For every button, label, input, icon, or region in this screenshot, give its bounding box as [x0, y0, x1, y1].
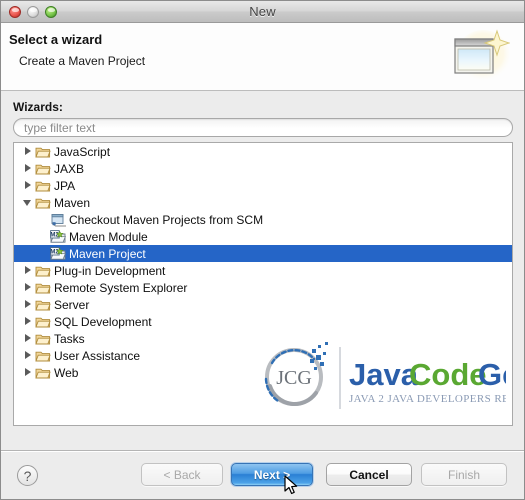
- wizard-content: Wizards: JavaScript JAXB JPA Maven Checkout …: [1, 91, 524, 450]
- tree-item[interactable]: JAXB: [14, 160, 512, 177]
- back-button[interactable]: < Back: [141, 463, 223, 486]
- tree-item-label: Plug-in Development: [54, 263, 166, 278]
- mouse-cursor: [284, 475, 298, 495]
- help-button[interactable]: ?: [17, 465, 38, 486]
- new-wizard-banner-icon: [454, 29, 510, 82]
- tree-item-label: Maven Project: [69, 246, 146, 261]
- tree-item[interactable]: User Assistance: [14, 347, 512, 364]
- tree-item-label: JavaScript: [54, 144, 111, 159]
- folder-icon: [35, 317, 51, 327]
- tree-item-label: SQL Development: [54, 314, 152, 329]
- tree-item[interactable]: Web: [14, 364, 512, 381]
- tree-item-label: Remote System Explorer: [54, 280, 188, 295]
- tree-item[interactable]: Checkout Maven Projects from SCM: [14, 211, 512, 228]
- tree-item[interactable]: SQL Development: [14, 313, 512, 330]
- finish-button[interactable]: Finish: [421, 463, 507, 486]
- dialog-button-bar: ? < Back Next > Cancel Finish: [1, 450, 524, 499]
- folder-icon: [35, 164, 51, 174]
- tree-item[interactable]: Server: [14, 296, 512, 313]
- tree-item-label: JPA: [54, 178, 76, 193]
- folder-icon: [35, 181, 51, 191]
- chevron-right-icon[interactable]: [23, 351, 32, 360]
- title-bar: New: [1, 1, 524, 23]
- folder-icon: [35, 266, 51, 276]
- tree-item[interactable]: Maven: [14, 194, 512, 211]
- chevron-right-icon[interactable]: [23, 147, 32, 156]
- chevron-right-icon[interactable]: [23, 300, 32, 309]
- tree-item[interactable]: M2 Maven Project: [14, 245, 512, 262]
- logo-tagline: JAVA 2 JAVA DEVELOPERS RESOURCE CENTER: [349, 393, 506, 405]
- window-title: New: [249, 4, 276, 19]
- wizard-header: Select a wizard Create a Maven Project: [1, 23, 524, 91]
- tree-item[interactable]: Tasks: [14, 330, 512, 347]
- tree-item[interactable]: M2 Maven Module: [14, 228, 512, 245]
- folder-icon: [35, 351, 51, 361]
- tree-item[interactable]: Remote System Explorer: [14, 279, 512, 296]
- page-subtitle: Create a Maven Project: [19, 54, 146, 68]
- maven-project-icon: M2: [50, 246, 66, 260]
- tree-item-label: Maven: [54, 195, 91, 210]
- tree-item-label: JAXB: [54, 161, 85, 176]
- tree-item[interactable]: Plug-in Development: [14, 262, 512, 279]
- chevron-right-icon[interactable]: [23, 283, 32, 292]
- chevron-right-icon[interactable]: [23, 266, 32, 275]
- folder-icon: [35, 283, 51, 293]
- tree-item[interactable]: JPA: [14, 177, 512, 194]
- folder-icon: [35, 300, 51, 310]
- folder-icon: [35, 198, 51, 208]
- cancel-button[interactable]: Cancel: [326, 463, 412, 486]
- chevron-right-icon[interactable]: [23, 181, 32, 190]
- tree-item-label: Server: [54, 297, 90, 312]
- next-button[interactable]: Next >: [231, 463, 313, 486]
- tree-item-label: User Assistance: [54, 348, 141, 363]
- chevron-down-icon[interactable]: [23, 198, 32, 207]
- filter-input[interactable]: [13, 118, 513, 137]
- wizard-tree[interactable]: JavaScript JAXB JPA Maven Checkout Maven Pro…: [13, 142, 513, 426]
- tree-item-label: Maven Module: [69, 229, 148, 244]
- tree-item-label: Web: [54, 365, 79, 380]
- folder-icon: [35, 334, 51, 344]
- tree-item[interactable]: JavaScript: [14, 143, 512, 160]
- tree-item-label: Tasks: [54, 331, 85, 346]
- chevron-right-icon[interactable]: [23, 334, 32, 343]
- scm-checkout-icon: [51, 213, 66, 226]
- folder-icon: [35, 147, 51, 157]
- wizards-label: Wizards:: [13, 100, 63, 114]
- page-title: Select a wizard: [9, 32, 103, 47]
- folder-icon: [35, 368, 51, 378]
- tree-item-label: Checkout Maven Projects from SCM: [69, 212, 264, 227]
- chevron-right-icon[interactable]: [23, 317, 32, 326]
- chevron-right-icon[interactable]: [23, 164, 32, 173]
- maven-module-icon: M2: [50, 229, 66, 243]
- chevron-right-icon[interactable]: [23, 368, 32, 377]
- new-wizard-dialog: New Select a wizard Create a Maven Proje…: [0, 0, 525, 500]
